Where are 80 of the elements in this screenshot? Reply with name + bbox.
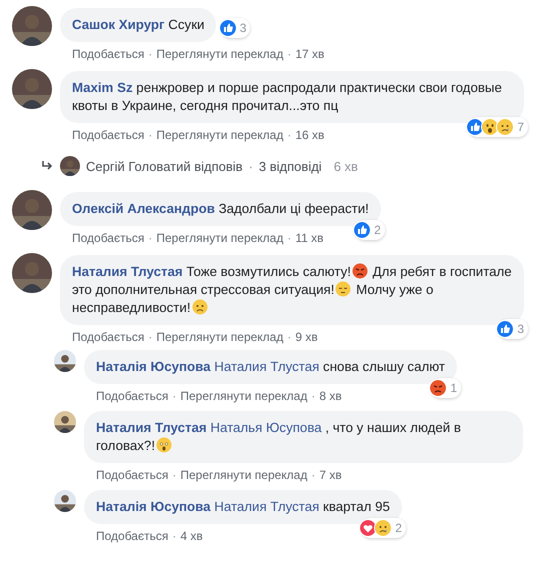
angry-face-icon <box>429 379 448 397</box>
author-link[interactable]: Наталія Юсупова <box>96 359 211 374</box>
separator-dot: · <box>148 330 152 344</box>
separator-dot: · <box>148 231 152 245</box>
thumbs-up-icon <box>466 118 484 136</box>
replies-count[interactable]: 3 відповіді <box>258 158 322 174</box>
separator-dot: · <box>172 529 176 543</box>
reaction-count: 3 <box>517 322 524 336</box>
author-link[interactable]: Наталия Тлустая <box>96 420 207 435</box>
comment-time: 4 хв <box>180 529 203 543</box>
action-link[interactable]: Подобається <box>96 529 168 543</box>
comment-text: Наталия Тлустая Наталья Юсупова , что у наших людей в головах?! <box>96 419 462 455</box>
action-link[interactable]: Переглянути переклад <box>180 468 308 482</box>
comment-text: Сашок Хирург Ссуки <box>72 16 204 34</box>
reply-time: 6 хв <box>334 158 358 174</box>
action-link[interactable]: Подобається <box>72 128 144 142</box>
comment-time: 17 хв <box>295 47 324 61</box>
mention-link[interactable]: Наталия Тлустая <box>210 499 320 514</box>
author-link[interactable]: Maxim Sz <box>72 80 133 95</box>
reaction-badge[interactable]: 2 <box>361 518 406 538</box>
action-link[interactable]: Переглянути переклад <box>156 231 284 245</box>
reaction-count: 3 <box>240 21 246 35</box>
separator-dot: · <box>172 468 176 482</box>
sad-face-icon <box>335 281 352 297</box>
replies-link[interactable]: Сергій Головатий відповів <box>86 158 243 174</box>
reaction-count: 2 <box>374 223 381 237</box>
crying-face-icon <box>496 118 514 136</box>
crying-face-icon <box>374 519 392 537</box>
comment-text: Олексій Александров Задолбали ці феерасти! <box>72 200 369 218</box>
reaction-count: 2 <box>395 521 402 535</box>
reaction-badge[interactable]: 3 <box>498 319 528 339</box>
action-link[interactable]: Переглянути переклад <box>180 389 308 403</box>
comment-text: Наталия Тлустая Тоже возмутились салюту! Для ребят в госпитале это дополнительная стрессовая ситуация! Молчу уже о несправедливости! <box>72 263 512 317</box>
shocked-face-icon <box>156 437 172 453</box>
comment-text: Maxim Sz ренжровер и порше распродали практически свои годовые квоты в Украине, сегодня прочитал...это пц <box>72 79 503 115</box>
action-link[interactable]: Подобається <box>96 389 168 403</box>
author-link[interactable]: Олексій Александров <box>72 201 215 216</box>
separator-dot: · <box>248 158 253 174</box>
separator-dot: · <box>287 128 292 142</box>
comment-time: 8 хв <box>319 389 342 403</box>
author-link[interactable]: Сашок Хирург <box>72 17 165 32</box>
separator-dot: · <box>311 468 316 482</box>
comment-time: 16 хв <box>295 128 324 142</box>
angry-face-icon <box>352 263 368 279</box>
reaction-badge[interactable]: 7 <box>468 117 528 137</box>
action-link[interactable]: Подобається <box>72 47 144 61</box>
separator-dot: · <box>287 330 292 344</box>
comment-time: 9 хв <box>295 330 318 344</box>
reaction-badge[interactable]: 3 <box>220 18 250 38</box>
surprised-face-icon <box>481 118 500 136</box>
thumbs-up-icon <box>496 320 514 338</box>
reaction-badge[interactable]: 1 <box>431 378 461 398</box>
thumbs-up-icon <box>218 19 237 37</box>
reaction-count: 7 <box>517 120 524 134</box>
action-link[interactable]: Переглянути переклад <box>156 330 284 344</box>
author-link[interactable]: Наталія Юсупова <box>96 499 211 514</box>
reply-arrow-icon <box>42 161 54 171</box>
comment-time: 7 хв <box>319 468 342 482</box>
comment-time: 11 хв <box>295 231 324 245</box>
heart-icon <box>359 519 378 537</box>
action-link[interactable]: Подобається <box>96 468 168 482</box>
action-link[interactable]: Переглянути переклад <box>156 47 284 61</box>
separator-dot: · <box>311 389 316 403</box>
reaction-count: 1 <box>450 381 457 395</box>
separator-dot: · <box>287 47 292 61</box>
separator-dot: · <box>172 389 176 403</box>
comment-text: Наталія Юсупова Наталия Тлустая снова слышу салют <box>96 358 445 376</box>
author-link[interactable]: Наталия Тлустая <box>72 264 183 279</box>
thumbs-up-icon <box>353 221 372 239</box>
mention-link[interactable]: Наталья Юсупова <box>206 420 322 435</box>
separator-dot: · <box>148 128 152 142</box>
mention-link[interactable]: Наталия Тлустая <box>210 359 320 374</box>
reaction-badge[interactable]: 2 <box>355 220 385 240</box>
separator-dot: · <box>148 47 152 61</box>
action-link[interactable]: Переглянути переклад <box>156 128 284 142</box>
comment-text: Наталія Юсупова Наталия Тлустая квартал 95 <box>96 498 390 516</box>
frowning-face-icon <box>192 299 208 315</box>
action-link[interactable]: Подобається <box>72 330 144 344</box>
separator-dot: · <box>287 231 292 245</box>
action-link[interactable]: Подобається <box>72 231 144 245</box>
